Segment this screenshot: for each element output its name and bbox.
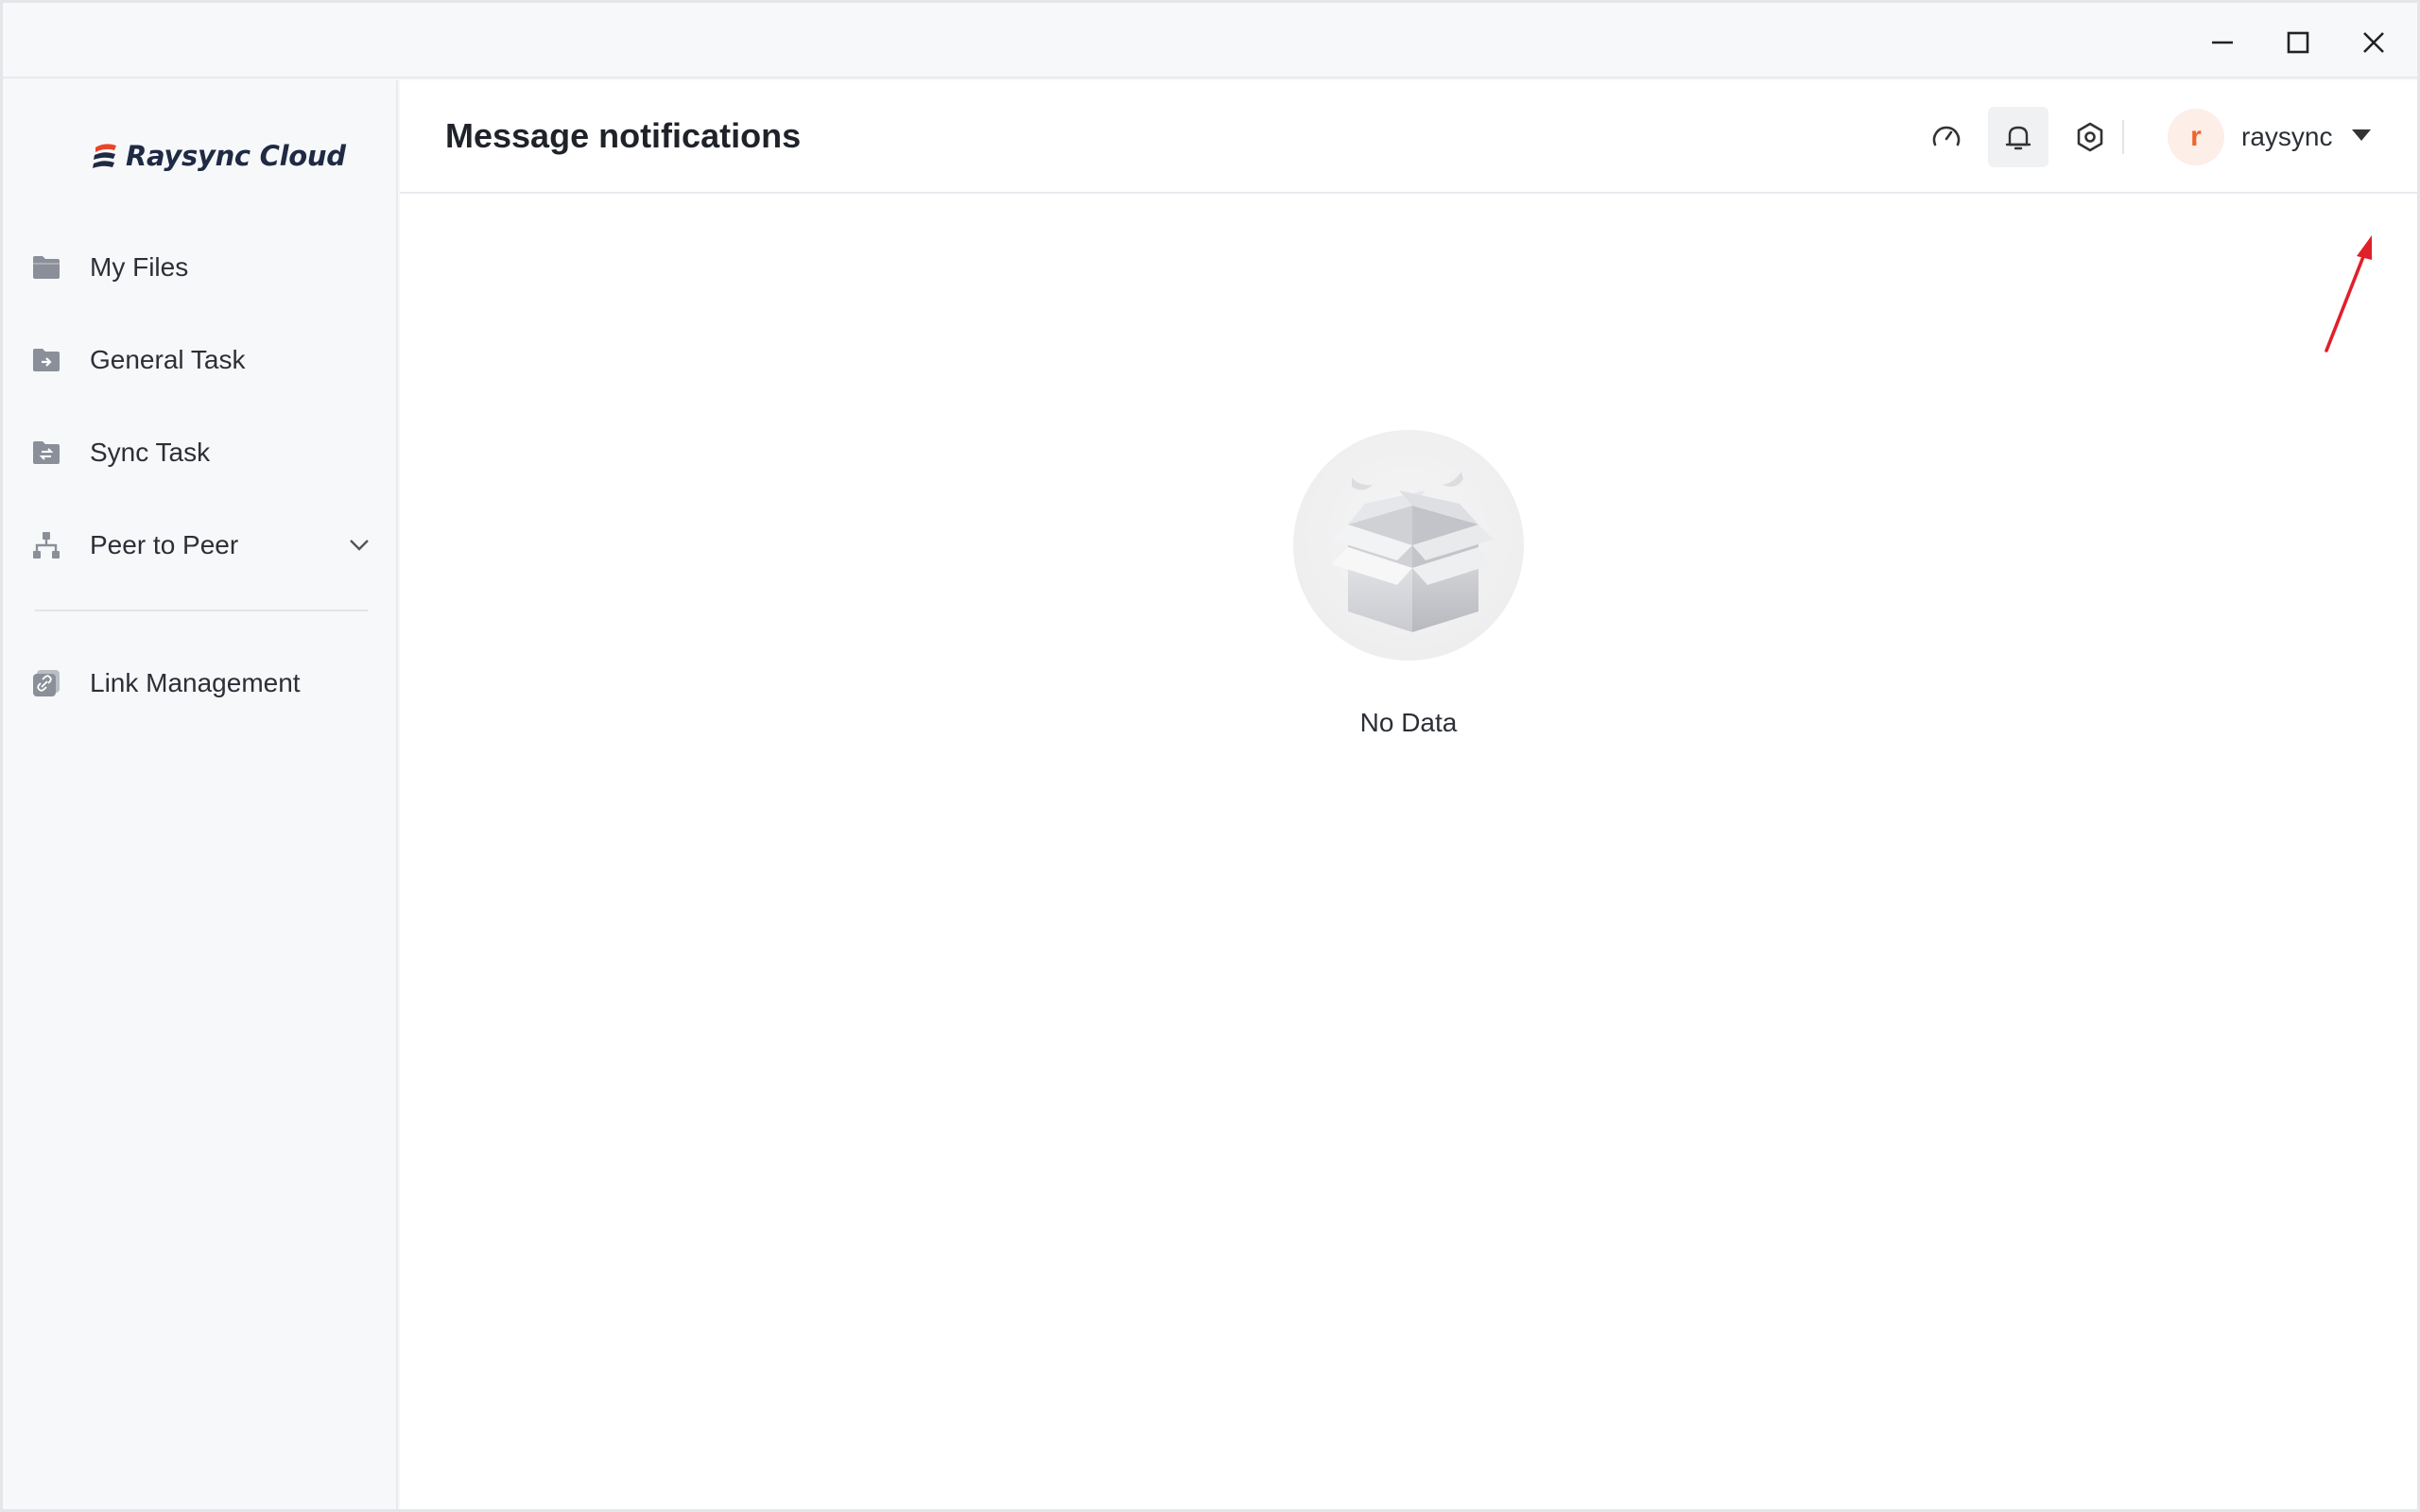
main-content: Message notifications r raysync No Data [400, 80, 2417, 1509]
empty-box-icon [1293, 430, 1524, 661]
sidebar-item-label: My Files [90, 252, 189, 282]
link-icon [31, 668, 61, 698]
network-icon [31, 530, 61, 560]
title-bar [3, 3, 2417, 78]
speedometer-icon [1932, 126, 1961, 146]
app-window: Raysync Cloud My Files General Task Sync… [0, 0, 2420, 1512]
sidebar-item-general-task[interactable]: General Task [31, 330, 372, 390]
sidebar-item-link-management[interactable]: Link Management [31, 653, 372, 713]
folder-sync-icon [31, 438, 61, 468]
folder-arrow-icon [31, 345, 61, 375]
folder-icon [31, 252, 61, 283]
sidebar-item-label: General Task [90, 345, 246, 374]
sidebar-item-label: Sync Task [90, 438, 211, 467]
notifications-button[interactable] [1988, 107, 2048, 167]
settings-button[interactable] [2060, 107, 2120, 167]
settings-hexagon-icon [2077, 122, 2103, 152]
sidebar-item-label: Peer to Peer [90, 530, 239, 559]
maximize-icon [2287, 31, 2309, 54]
sidebar-divider [35, 610, 368, 611]
annotation-arrow-icon [2325, 235, 2372, 352]
maximize-button[interactable] [2268, 14, 2328, 71]
minimize-button[interactable] [2192, 14, 2253, 71]
avatar: r [2168, 109, 2224, 165]
header-separator [2122, 120, 2124, 154]
sidebar-item-label: Link Management [90, 668, 301, 697]
sidebar-item-peer-to-peer[interactable]: Peer to Peer [31, 515, 372, 576]
user-menu[interactable]: r raysync [2168, 107, 2372, 167]
sidebar-item-my-files[interactable]: My Files [31, 237, 372, 298]
raysync-logo-icon [93, 144, 116, 168]
empty-state-text: No Data [1359, 708, 1458, 737]
page-header: Message notifications r raysync [400, 80, 2417, 194]
minimize-icon [2212, 41, 2233, 44]
brand-name: Raysync Cloud [126, 140, 346, 172]
sidebar-item-sync-task[interactable]: Sync Task [31, 422, 372, 483]
close-icon [2363, 32, 2384, 53]
speed-button[interactable] [1916, 107, 1977, 167]
user-name: raysync [2241, 122, 2333, 151]
page-title: Message notifications [445, 116, 802, 155]
sidebar: Raysync Cloud My Files General Task Sync… [3, 80, 398, 1509]
caret-down-icon [2351, 128, 2372, 147]
chevron-down-icon[interactable] [347, 532, 372, 561]
close-button[interactable] [2343, 14, 2404, 71]
brand-logo: Raysync Cloud [92, 135, 346, 177]
bell-icon [2005, 126, 2031, 150]
